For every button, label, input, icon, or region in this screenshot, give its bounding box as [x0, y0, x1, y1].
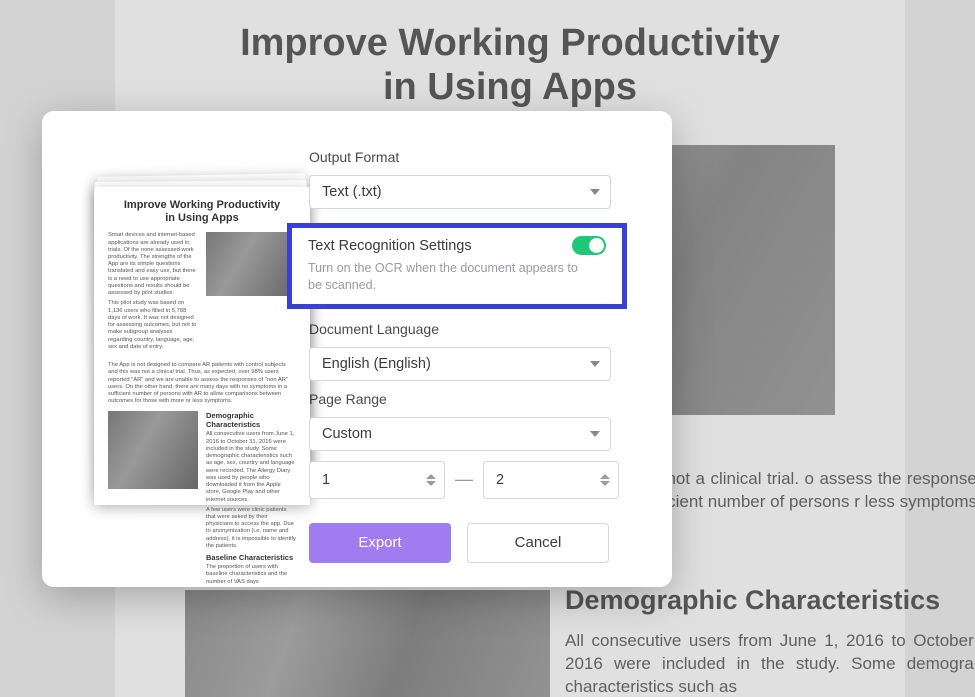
page-range-to-stepper[interactable] — [600, 465, 614, 495]
export-button-label: Export — [358, 534, 401, 551]
stepper-down-icon — [600, 481, 610, 486]
ocr-settings-highlight: Text Recognition Settings Turn on the OC… — [287, 223, 627, 309]
dialog-buttons: Export Cancel — [309, 523, 619, 563]
output-format-value: Text (.txt) — [322, 184, 382, 200]
ocr-toggle[interactable] — [572, 236, 606, 255]
page-range-inputs: 1 — 2 — [309, 461, 619, 499]
page-range-separator: — — [455, 469, 473, 490]
preview-text-block-1: Smart devices and internet-based applica… — [108, 232, 198, 354]
stepper-up-icon — [426, 474, 436, 479]
preview-text-block-2: Demographic Characteristics All consecut… — [206, 411, 296, 588]
export-dialog: Improve Working Productivity in Using Ap… — [42, 111, 672, 587]
page-preview-stack: Improve Working Productivity in Using Ap… — [94, 175, 314, 505]
form-column: Output Format Text (.txt) Text Recogniti… — [309, 135, 619, 563]
preview-title: Improve Working Productivity in Using Ap… — [108, 199, 296, 224]
page-range-to-value: 2 — [496, 472, 504, 488]
preview-heading-2: Baseline Characteristics — [206, 553, 296, 562]
output-format-label: Output Format — [309, 149, 619, 165]
ocr-settings-description: Turn on the OCR when the document appear… — [308, 260, 578, 294]
export-button[interactable]: Export — [309, 523, 451, 563]
output-format-select[interactable]: Text (.txt) — [309, 175, 611, 209]
preview-title-line2: in Using Apps — [165, 212, 239, 224]
page-range-value: Custom — [322, 426, 372, 442]
page-range-from-value: 1 — [322, 472, 330, 488]
cancel-button[interactable]: Cancel — [467, 523, 609, 563]
stepper-down-icon — [426, 481, 436, 486]
preview-sheet-front: Improve Working Productivity in Using Ap… — [94, 187, 310, 505]
ocr-settings-title: Text Recognition Settings — [308, 238, 472, 254]
chevron-down-icon — [590, 189, 600, 195]
page-range-select[interactable]: Custom — [309, 417, 611, 451]
document-language-label: Document Language — [309, 321, 619, 337]
preview-title-line1: Improve Working Productivity — [124, 199, 280, 211]
cancel-button-label: Cancel — [515, 534, 562, 551]
document-language-value: English (English) — [322, 356, 431, 372]
preview-image-1 — [206, 232, 296, 296]
page-range-from-stepper[interactable] — [426, 465, 440, 495]
preview-mini-page: Improve Working Productivity in Using Ap… — [94, 187, 310, 609]
page-range-from-input[interactable]: 1 — [309, 461, 445, 499]
chevron-down-icon — [590, 361, 600, 367]
page-range-to-input[interactable]: 2 — [483, 461, 619, 499]
preview-heading-1: Demographic Characteristics — [206, 411, 296, 429]
preview-column: Improve Working Productivity in Using Ap… — [64, 135, 309, 563]
preview-paragraph-mid: The App is not designed to compare AR pa… — [108, 362, 296, 405]
chevron-down-icon — [590, 431, 600, 437]
stepper-up-icon — [600, 474, 610, 479]
preview-image-2 — [108, 411, 198, 489]
page-range-label: Page Range — [309, 391, 619, 407]
document-language-select[interactable]: English (English) — [309, 347, 611, 381]
